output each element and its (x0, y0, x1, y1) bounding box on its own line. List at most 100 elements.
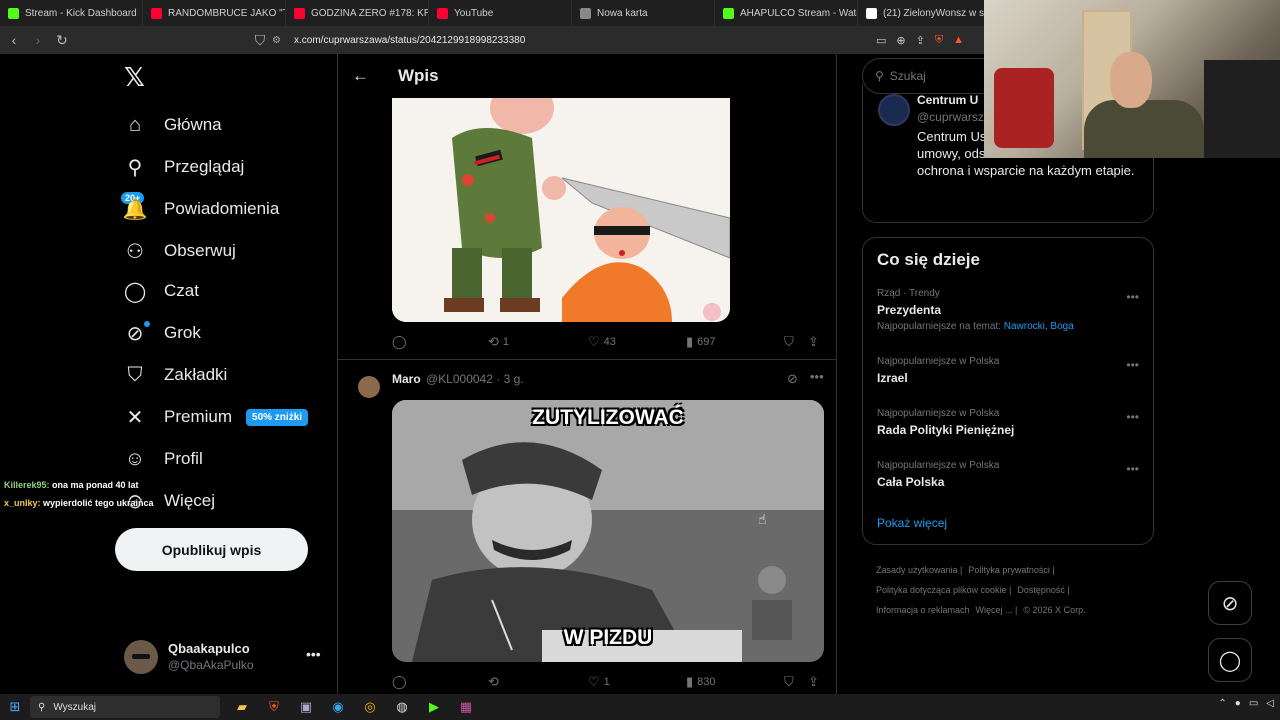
search-icon: ⚲ (127, 156, 143, 179)
browser-tab[interactable]: Nowa karta (572, 0, 715, 26)
cast-icon[interactable]: ▭ (876, 34, 886, 47)
edge-icon[interactable]: ◉ (326, 696, 350, 718)
nav-item-profil[interactable]: ☺ Profil (124, 444, 203, 474)
obs-icon[interactable]: ◍ (390, 696, 414, 718)
more-dots-icon[interactable]: ••• (1126, 410, 1139, 424)
taskbar-apps: ▰ ⛨ ▣ ◉ ◎ ◍ ▶ ▦ (230, 696, 478, 718)
footer-link[interactable]: Dostępność | (1017, 585, 1069, 595)
browser-tab[interactable]: AHAPULCO Stream - Watch Liv (715, 0, 858, 26)
trend-item[interactable]: Najpopularniejsze w Polska Cała Polska ••• (877, 460, 1147, 489)
back-arrow-icon[interactable]: ← (352, 66, 372, 86)
share-icon: ⇪ (808, 334, 819, 349)
footer-link[interactable]: Polityka dotycząca plików cookie | (876, 585, 1011, 595)
chat-text: wypierdolić tego ukraińca (40, 498, 154, 508)
more-dots-icon[interactable]: ••• (1126, 290, 1139, 304)
back-nav-icon[interactable]: ‹ (4, 30, 24, 50)
network-icon[interactable]: ▭ (1249, 698, 1258, 709)
footer-link[interactable]: Zasady użytkowania | (876, 565, 962, 575)
brave-icon[interactable]: ⛨ (262, 696, 286, 718)
trend-related-links[interactable]: Nawrocki, Boga (1004, 321, 1074, 332)
post-button[interactable]: Opublikuj wpis (115, 528, 308, 571)
site-info-icon[interactable]: ⚙ (272, 35, 284, 46)
mic-icon[interactable]: ● (1235, 698, 1241, 709)
forward-nav-icon[interactable]: › (28, 30, 48, 50)
browser-tab[interactable]: RANDOMBRUCE JAKO "TOP 1" (143, 0, 286, 26)
bookmark-button[interactable]: ⛉ (784, 674, 794, 690)
nav-item-przegl-daj[interactable]: ⚲ Przeglądaj (124, 152, 245, 182)
repost-button[interactable]: ⟲ (488, 674, 499, 690)
heart-icon: ♡ (588, 674, 600, 689)
views-chart-icon: ▮ (686, 334, 694, 349)
grok-explain-icon[interactable]: ⊘ (787, 371, 798, 387)
author-name[interactable]: Maro (392, 372, 421, 386)
app-icon[interactable]: ▦ (454, 696, 478, 718)
nav-item-obserwuj[interactable]: ⚇ Obserwuj (124, 236, 236, 266)
zoom-icon[interactable]: ⊕ (896, 34, 905, 47)
views-button[interactable]: ▮ 697 (686, 334, 716, 350)
reload-icon[interactable]: ↻ (52, 30, 72, 50)
streamer-webcam (984, 0, 1280, 158)
trend-item[interactable]: Najpopularniejsze w Polska Rada Polityki … (877, 408, 1147, 437)
bookmark-page-icon[interactable]: ⛉ (250, 30, 270, 50)
avatar[interactable] (358, 376, 380, 398)
tab-favicon-icon (437, 7, 448, 19)
trend-item[interactable]: Rząd · Trendy Prezydenta Najpopularniejsze… (877, 288, 1147, 332)
avatar[interactable] (878, 94, 910, 126)
tray-chevron-icon[interactable]: ⌃ (1218, 698, 1226, 709)
app-icon[interactable]: ▣ (294, 696, 318, 718)
browser-tab[interactable]: GODZINA ZERO #178: KRZYSZ (286, 0, 429, 26)
reply-button[interactable]: ◯ (392, 674, 407, 690)
messages-fab-icon[interactable]: ◯ (1208, 638, 1252, 682)
nav-item-grok[interactable]: ⊘ Grok (124, 318, 201, 348)
tweet-image-cartoon[interactable] (392, 98, 730, 322)
grok-icon: ⊘ (126, 322, 144, 345)
system-tray: ⌃ ● ▭ ◁ (1218, 698, 1274, 709)
volume-icon[interactable]: ◁ (1266, 698, 1274, 709)
more-dots-icon[interactable]: ••• (1126, 358, 1139, 372)
share-button[interactable]: ⇪ (808, 674, 819, 690)
bookmark-button[interactable]: ⛉ (784, 334, 794, 350)
browser-tab[interactable]: YouTube (429, 0, 572, 26)
profile-name[interactable]: Centrum U (917, 93, 978, 107)
more-dots-icon[interactable]: ••• (1126, 462, 1139, 476)
footer-link[interactable]: Więcej ... | (976, 605, 1018, 615)
share-button[interactable]: ⇪ (808, 334, 819, 350)
trend-item[interactable]: Najpopularniejsze w Polska Izrael ••• (877, 356, 1147, 385)
repost-count: 1 (502, 336, 510, 348)
more-dots-icon[interactable]: ••• (810, 369, 824, 384)
grok-fab-icon[interactable]: ⊘ (1208, 581, 1252, 625)
follow-icon: ⚇ (126, 240, 144, 263)
file-explorer-icon[interactable]: ▰ (230, 696, 254, 718)
nav-item-g-wna[interactable]: ⌂ Główna (124, 110, 222, 140)
nav-item-czat[interactable]: ◯ Czat (124, 276, 199, 306)
tweet-image-meme[interactable]: ZUTYLIZOWAĆ W PIZDU (392, 400, 824, 662)
like-button[interactable]: ♡ 43 (588, 334, 616, 350)
repost-button[interactable]: ⟲ 1 (488, 334, 509, 350)
rewards-icon[interactable]: ▲ (953, 34, 964, 46)
kick-icon[interactable]: ▶ (422, 696, 446, 718)
nav-item-premium[interactable]: ✕ Premium 50% zniżki (124, 402, 309, 432)
trends-title: Co się dzieje (877, 250, 980, 269)
chrome-icon[interactable]: ◎ (358, 696, 382, 718)
x-logo-icon[interactable]: 𝕏 (124, 64, 150, 90)
nav-item-zak-adki[interactable]: ⛉ Zakładki (124, 360, 228, 390)
brave-shield-icon[interactable]: ⛨ (935, 34, 943, 47)
show-more-link[interactable]: Pokaż więcej (877, 516, 947, 530)
nav-item-powiadomienia[interactable]: 🔔 Powiadomienia (123, 194, 280, 224)
taskbar-search[interactable]: ⚲ Wyszukaj (30, 696, 220, 718)
account-switcher[interactable]: Qbaakapulco @QbaAkaPulko ••• (124, 640, 324, 674)
like-button[interactable]: ♡ 1 (588, 674, 610, 690)
windows-taskbar: ⊞ ⚲ Wyszukaj ▰ ⛨ ▣ ◉ ◎ ◍ ▶ ▦ ⌃ ● ▭ ◁ (0, 694, 1280, 720)
windows-start-icon[interactable]: ⊞ (0, 694, 30, 720)
reply-button[interactable]: ◯ (392, 334, 407, 350)
nav-item-label: Czat (164, 281, 199, 300)
browser-tab[interactable]: (21) ZielonyWonsz w serwisie (858, 0, 1001, 26)
footer-link[interactable]: © 2026 X Corp. (1023, 605, 1085, 615)
share-icon[interactable]: ⇪ (916, 34, 925, 47)
browser-toolbar-icons: ▭ ⊕ ⇪ ⛨ ▲ (876, 30, 964, 50)
more-dots-icon[interactable]: ••• (306, 646, 321, 662)
footer-link[interactable]: Informacja o reklamach (876, 605, 970, 615)
footer-link[interactable]: Polityka prywatności | (968, 565, 1054, 575)
browser-tab[interactable]: Stream - Kick Dashboard (0, 0, 143, 26)
views-button[interactable]: ▮ 830 (686, 674, 716, 690)
